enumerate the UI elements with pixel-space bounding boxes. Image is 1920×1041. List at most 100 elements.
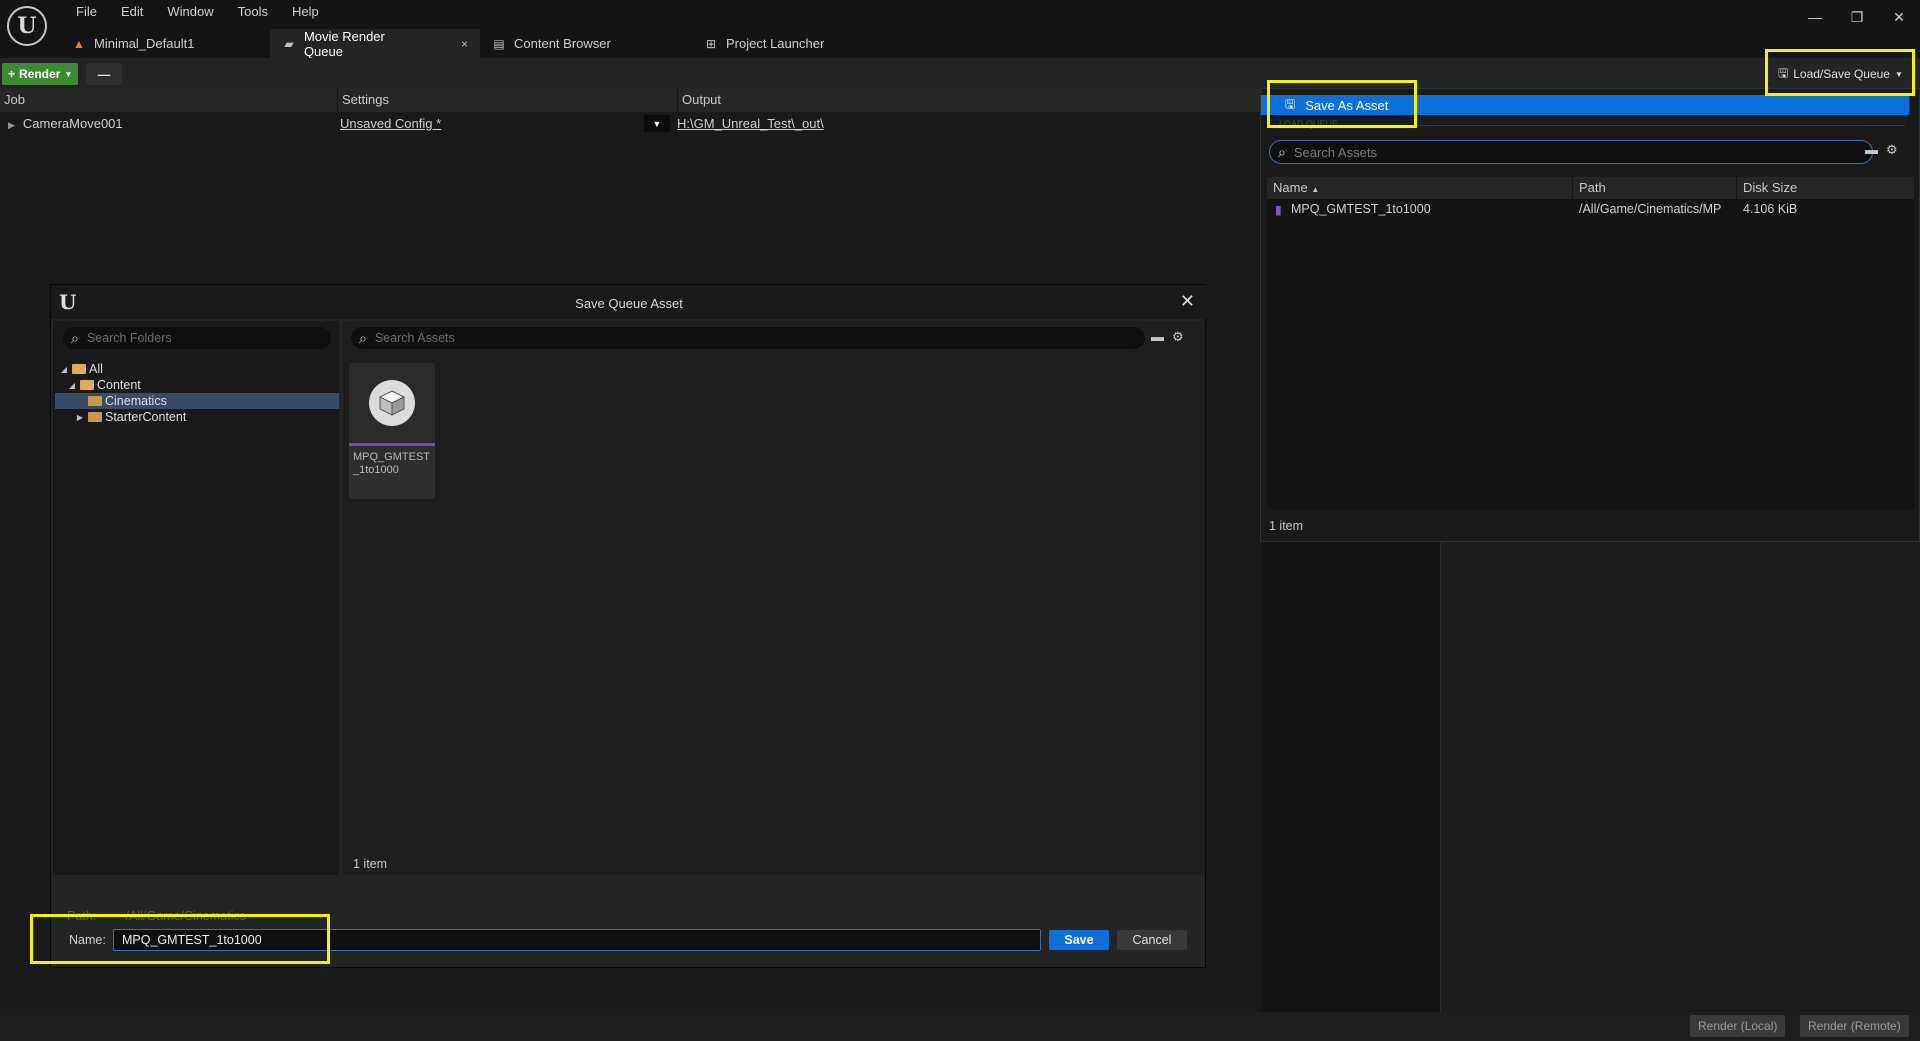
cancel-button[interactable]: Cancel xyxy=(1117,930,1187,950)
expanded-arrow-icon[interactable]: ◢ xyxy=(59,365,69,374)
menu-window[interactable]: Window xyxy=(155,3,225,21)
search-icon: ⌕ xyxy=(1278,143,1286,160)
tab-label: Content Browser xyxy=(514,36,611,51)
tree-label: All xyxy=(89,362,103,376)
job-name[interactable]: ▶ CameraMove001 xyxy=(8,116,123,131)
details-panel xyxy=(1440,540,1920,1012)
chevron-down-icon: ▼ xyxy=(64,69,73,79)
job-settings-link[interactable]: Unsaved Config * xyxy=(340,116,441,131)
column-output[interactable]: Output xyxy=(678,88,1262,112)
tree-label: Cinematics xyxy=(105,394,167,408)
folder-icon[interactable]: ▬ xyxy=(1865,142,1878,158)
asset-list-header: Name ▲ Path Disk Size xyxy=(1267,177,1915,199)
expanded-arrow-icon[interactable]: ◢ xyxy=(67,381,77,390)
asset-tile-name: MPQ_GMTEST_1to1000 xyxy=(353,451,431,476)
render-local-button[interactable]: Render (Local) xyxy=(1690,1015,1786,1037)
toolbar: + Render ▼ — 🖫 Load/Save Queue ▼ xyxy=(0,58,1920,88)
popup-search-input[interactable]: ⌕ Search Assets xyxy=(1269,140,1873,164)
unreal-logo-icon[interactable]: U xyxy=(7,6,47,46)
status-bar: Render (Local) Render (Remote) xyxy=(0,1012,1920,1041)
search-placeholder: Search Assets xyxy=(374,331,455,345)
tree-label: Content xyxy=(97,378,141,392)
cube-icon xyxy=(369,380,415,426)
tab-label: Project Launcher xyxy=(726,36,825,51)
job-list-header: Job Settings Output xyxy=(0,88,1262,112)
title-bar: U File Edit Window Tools Help — ❐ ✕ ▲ Mi… xyxy=(0,0,1920,59)
collapsed-arrow-icon[interactable]: ▶ xyxy=(75,413,85,422)
render-remote-button[interactable]: Render (Remote) xyxy=(1800,1015,1909,1037)
clapper-icon: ▰ xyxy=(284,36,294,51)
asset-thumbnail xyxy=(349,363,435,443)
tree-item-all[interactable]: ◢ All xyxy=(55,361,339,377)
asset-list: Name ▲ Path Disk Size ▮ MPQ_GMTEST_1to10… xyxy=(1267,177,1915,509)
menu-file[interactable]: File xyxy=(64,3,109,21)
expand-arrow-icon[interactable]: ▶ xyxy=(8,120,15,130)
queue-asset-icon: ▮ xyxy=(1275,203,1282,217)
content-browser-icon: ▤ xyxy=(493,36,505,51)
column-disk-size[interactable]: Disk Size xyxy=(1737,177,1915,199)
remove-job-button[interactable]: — xyxy=(86,63,122,85)
asset-name: MPQ_GMTEST_1to1000 xyxy=(1291,202,1431,216)
gear-icon[interactable]: ⚙ xyxy=(1886,142,1898,158)
popup-search-tools: ▬ ⚙ xyxy=(1865,142,1898,158)
asset-search-tools: ▬ ⚙ xyxy=(1151,329,1184,345)
tab-label: Minimal_Default1 xyxy=(94,36,195,51)
asset-path: /All/Game/Cinematics/MP xyxy=(1579,202,1722,216)
menu-edit[interactable]: Edit xyxy=(109,3,155,21)
column-path[interactable]: Path xyxy=(1573,177,1737,199)
column-name[interactable]: Name ▲ xyxy=(1267,177,1573,199)
asset-type-bar xyxy=(349,443,435,446)
minimize-button[interactable]: — xyxy=(1794,2,1836,32)
menu-bar: File Edit Window Tools Help xyxy=(64,3,331,21)
close-window-button[interactable]: ✕ xyxy=(1878,2,1920,32)
tab-project-launcher[interactable]: ⊞ Project Launcher xyxy=(692,29,872,58)
job-name-text: CameraMove001 xyxy=(22,116,123,131)
folder-search-input[interactable]: ⌕ Search Folders xyxy=(63,327,331,349)
restore-button[interactable]: ❐ xyxy=(1836,2,1878,32)
tree-item-content[interactable]: ◢ Content xyxy=(55,377,339,393)
tab-label: Movie Render Queue xyxy=(303,28,385,59)
table-row[interactable]: ▮ MPQ_GMTEST_1to1000 /All/Game/Cinematic… xyxy=(1267,201,1915,219)
item-count: 1 item xyxy=(1269,519,1304,533)
gear-icon[interactable]: ⚙ xyxy=(1172,329,1184,345)
tab-movie-render-queue[interactable]: ▰ Movie Render Queue × xyxy=(270,28,480,59)
folder-open-icon xyxy=(72,364,86,374)
load-save-popup: 🖫 Save As Asset LOAD QUEUE ⌕ Search Asse… xyxy=(1260,88,1920,542)
asset-size: 4.106 KiB xyxy=(1743,202,1798,216)
search-placeholder: Search Folders xyxy=(86,331,172,345)
search-icon: ⌕ xyxy=(359,329,367,346)
folder-icon xyxy=(88,396,102,406)
document-tabs: ▲ Minimal_Default1 ▰ Movie Render Queue … xyxy=(60,28,872,59)
column-settings[interactable]: Settings xyxy=(338,88,678,112)
save-button[interactable]: Save xyxy=(1049,930,1109,950)
menu-help[interactable]: Help xyxy=(280,3,331,21)
table-row[interactable]: ▶ CameraMove001 Unsaved Config * ▼ H:\GM_… xyxy=(0,114,1262,134)
menu-tools[interactable]: Tools xyxy=(226,3,280,21)
asset-search-input[interactable]: ⌕ Search Assets xyxy=(351,327,1145,349)
tab-minimal-default[interactable]: ▲ Minimal_Default1 xyxy=(60,29,270,58)
window-controls: — ❐ ✕ xyxy=(1794,2,1920,32)
launcher-icon: ⊞ xyxy=(705,36,717,51)
render-button[interactable]: + Render ▼ xyxy=(2,63,79,85)
folder-open-icon xyxy=(80,380,94,390)
item-count: 1 item xyxy=(353,857,388,871)
highlight-load-save xyxy=(1765,49,1915,96)
tree-label: StarterContent xyxy=(105,410,187,424)
column-name-label: Name xyxy=(1273,180,1308,195)
settings-dropdown-button[interactable]: ▼ xyxy=(644,115,670,132)
tree-item-startercontent[interactable]: ▶ StarterContent xyxy=(55,409,339,425)
close-tab-icon[interactable]: × xyxy=(461,37,468,51)
folder-icon xyxy=(88,412,102,422)
tree-item-cinematics[interactable]: Cinematics xyxy=(55,393,339,409)
level-icon: ▲ xyxy=(73,36,85,51)
close-icon[interactable]: ✕ xyxy=(1180,291,1195,312)
tab-content-browser[interactable]: ▤ Content Browser xyxy=(480,29,692,58)
render-label: Render xyxy=(19,67,61,81)
job-output-link[interactable]: H:\GM_Unreal_Test\_out\ xyxy=(677,116,824,131)
asset-panel: ⌕ Search Assets ▬ ⚙ MPQ_GMTEST_1to1000 1… xyxy=(343,321,1205,875)
column-job[interactable]: Job xyxy=(0,88,338,112)
asset-tile[interactable]: MPQ_GMTEST_1to1000 xyxy=(349,363,435,499)
folder-icon[interactable]: ▬ xyxy=(1151,329,1164,345)
folder-tree: ◢ All ◢ Content Cinematics ▶ StarterCont… xyxy=(55,361,339,425)
highlight-save-as-asset xyxy=(1267,80,1417,128)
